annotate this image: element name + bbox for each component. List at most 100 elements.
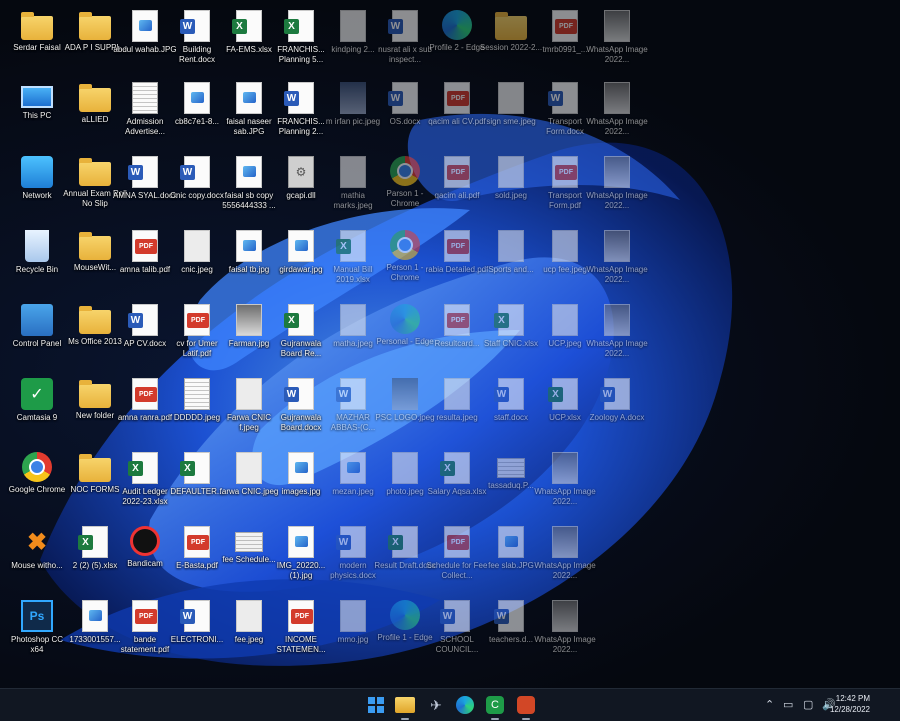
excel-badge: X [128, 461, 143, 476]
word-icon: W [128, 156, 158, 188]
ps-icon: Ps [21, 600, 53, 632]
word-icon: W [388, 82, 418, 114]
desktop-icon[interactable]: Google Chrome [4, 446, 70, 518]
word-badge: W [336, 387, 351, 402]
cpanel-icon [21, 304, 53, 336]
edge-icon [442, 10, 472, 40]
file-icon [236, 600, 262, 632]
image-icon [288, 452, 314, 484]
desktop-icon[interactable]: Recycle Bin [4, 224, 70, 296]
pdf-badge: PDF [447, 535, 469, 550]
desktop-icon-label: WhatsApp Image 2022... [586, 339, 648, 358]
start-icon[interactable] [365, 694, 387, 716]
word-icon: W [388, 10, 418, 42]
desktop-icon-label: Zoology A.docx [589, 413, 645, 422]
word-badge: W [180, 19, 195, 34]
desktop-icon[interactable]: Network [4, 150, 70, 222]
desktop-icon[interactable]: WhatsApp Image 2022... [584, 298, 650, 370]
pdf-badge: PDF [135, 239, 157, 254]
desktop-icon[interactable]: Ps Photoshop CC x64 [4, 594, 70, 666]
word-icon: W [180, 10, 210, 42]
word-icon: W [180, 156, 210, 188]
pdf-icon: PDF [288, 600, 314, 632]
network-icon[interactable]: ▭ [783, 698, 793, 711]
edge-icon[interactable] [456, 696, 474, 714]
desktop-icon[interactable]: WhatsApp Image 2022... [584, 150, 650, 222]
photo-icon [604, 156, 630, 188]
pdf-badge: PDF [447, 91, 469, 106]
file-icon [498, 82, 524, 114]
desktop-icon[interactable]: WhatsApp Image 2022... [532, 446, 598, 518]
excel-badge: X [284, 313, 299, 328]
image-icon [236, 156, 262, 188]
desktop-icon[interactable]: WhatsApp Image 2022... [532, 520, 598, 592]
chrome-icon [390, 230, 420, 260]
file-icon [340, 304, 366, 336]
pdf-icon: PDF [132, 600, 158, 632]
display-icon[interactable]: ▢ [803, 698, 813, 711]
desktop-icon[interactable]: WhatsApp Image 2022... [584, 224, 650, 296]
network-icon [21, 156, 53, 188]
word-icon: W [128, 304, 158, 336]
pdf-icon: PDF [444, 230, 470, 262]
image-icon [236, 230, 262, 262]
desktop-icon[interactable]: WhatsApp Image 2022... [584, 76, 650, 148]
mouse-icon: ✖ [26, 528, 48, 556]
office-icon[interactable] [517, 696, 535, 714]
word-icon: W [336, 526, 366, 558]
desktop-icon-label: Network [22, 191, 52, 200]
desktop-icon[interactable]: ✓ Camtasia 9 [4, 372, 70, 444]
clock-date: 12/28/2022 [829, 705, 870, 714]
word-badge: W [336, 535, 351, 550]
rocket-icon[interactable]: ✈ [425, 694, 447, 716]
pdf-icon: PDF [444, 82, 470, 114]
file-icon [236, 452, 262, 484]
excel-icon: X [388, 526, 418, 558]
desktop-icon-label: WhatsApp Image 2022... [534, 635, 596, 654]
excel-icon: X [78, 526, 108, 558]
desktop-icon[interactable]: Serdar Faisal [4, 4, 70, 76]
desktop-icon[interactable]: This PC [4, 76, 70, 148]
file-icon [498, 230, 524, 262]
word-badge: W [494, 609, 509, 624]
desktop-icon[interactable]: ✖ Mouse witho... [4, 520, 70, 592]
photo-icon [552, 600, 578, 632]
desktop-icon-label: Serdar Faisal [13, 43, 61, 52]
desktop-icon[interactable]: WhatsApp Image 2022... [584, 4, 650, 76]
photo-icon [604, 304, 630, 336]
word-badge: W [180, 165, 195, 180]
desktop-icon[interactable]: W Zoology A.docx [584, 372, 650, 444]
image-icon [340, 452, 366, 484]
file-icon [552, 230, 578, 262]
chevron-up-icon[interactable]: ⌃ [765, 698, 774, 711]
desktop-icon-label: WhatsApp Image 2022... [534, 487, 596, 506]
excel-icon: X [232, 10, 262, 42]
file-icon [340, 600, 366, 632]
desktop-icon-label: WhatsApp Image 2022... [586, 117, 648, 136]
folder-icon [21, 12, 53, 40]
desktop-icon[interactable]: Control Panel [4, 298, 70, 370]
pdf-badge: PDF [447, 239, 469, 254]
word-icon: W [548, 82, 578, 114]
pdf-icon: PDF [444, 526, 470, 558]
chrome-icon [22, 452, 52, 482]
desktop-icon[interactable]: WhatsApp Image 2022... [532, 594, 598, 666]
system-clock[interactable]: 12:42 PM 12/28/2022 [830, 693, 870, 715]
word-icon: W [494, 600, 524, 632]
image-icon [82, 600, 108, 632]
word-badge: W [600, 387, 615, 402]
excel-badge: X [284, 19, 299, 34]
excel-badge: X [494, 313, 509, 328]
excel-icon: X [548, 378, 578, 410]
word-badge: W [128, 313, 143, 328]
camtasia-icon[interactable]: C [486, 696, 504, 714]
excel-badge: X [388, 535, 403, 550]
desktop-icon-label: WhatsApp Image 2022... [586, 191, 648, 210]
desktop-icon-label: Camtasia 9 [16, 413, 58, 422]
pdf-icon: PDF [444, 156, 470, 188]
folder-icon [79, 158, 111, 186]
word-badge: W [128, 165, 143, 180]
file-explorer-icon[interactable] [395, 697, 415, 713]
recycle-icon [25, 230, 49, 262]
word-badge: W [440, 609, 455, 624]
